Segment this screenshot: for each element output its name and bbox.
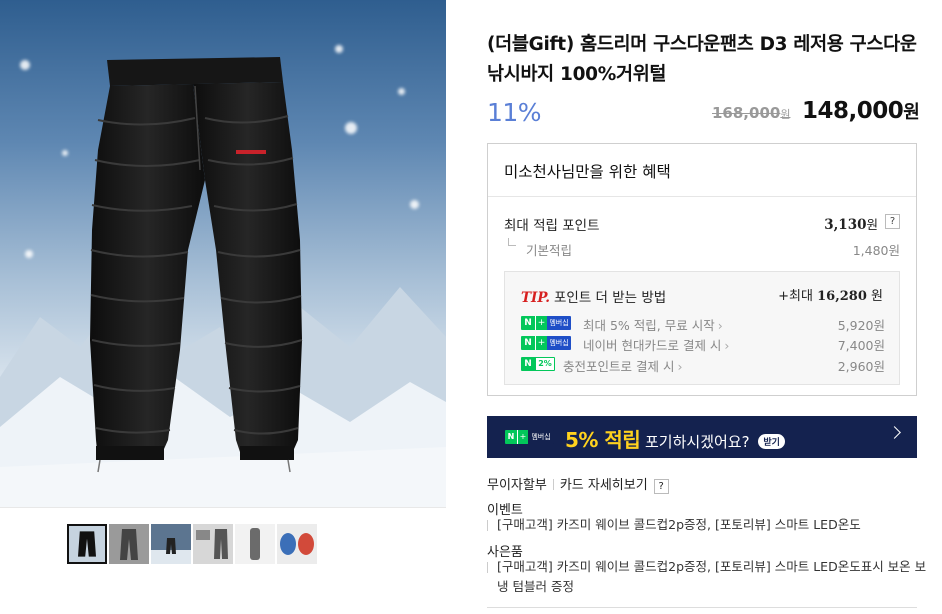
chevron-right-icon: › — [724, 338, 730, 353]
divider — [487, 607, 917, 608]
thumbnail-2[interactable] — [109, 524, 149, 564]
event-text: [구매고객] 카즈미 웨이브 콜드컵2p증정, [포토리뷰] 스마트 LED온도 — [487, 515, 927, 535]
banner-text: 5% 적립 포기하시겠어요? 받기 — [565, 424, 785, 453]
tip-line-label: 최대 5% 적립, 무료 시작 — [583, 318, 715, 333]
tip-max: +최대 16,280 원 — [778, 285, 883, 304]
product-gallery — [0, 0, 446, 614]
naver-n-icon: N — [505, 430, 517, 444]
tip-line-text: 최대 5% 적립, 무료 시작 › — [583, 315, 723, 334]
chevron-right-icon: › — [717, 318, 723, 333]
naver-membership-badge-icon: N + 멤버십 — [521, 316, 571, 330]
naver-membership-badge-icon: N + 멤버십 — [521, 336, 571, 350]
tip-max-value: 16,280 — [817, 289, 867, 304]
tip-line-text: 네이버 현대카드로 결제 시 › — [583, 335, 729, 354]
discount-rate: 11% — [487, 98, 542, 127]
base-point-label: 기본적립 — [526, 243, 573, 258]
max-point-amount: 3,130 — [824, 217, 867, 233]
tip-header: TIP. 포인트 더 받는 방법 — [521, 286, 666, 306]
thumbnail-1[interactable] — [67, 524, 107, 564]
won-unit: 원 — [780, 108, 791, 121]
banner-receive-pill: 받기 — [758, 434, 785, 449]
naver-membership-badge-icon: N + 멤버십 — [505, 430, 554, 444]
original-price-value: 168,000 — [712, 104, 781, 122]
divider — [552, 479, 554, 490]
divider — [487, 562, 488, 573]
chevron-right-icon: › — [677, 359, 683, 374]
product-main-image[interactable] — [0, 0, 446, 507]
naver-n-icon: N — [521, 316, 535, 330]
tip-line-value: 2,960원 — [837, 359, 885, 374]
tip-max-prefix: +최대 — [778, 289, 813, 304]
thumbnail-strip — [0, 507, 446, 614]
membership-label: 멤버십 — [547, 336, 571, 350]
tip-line-text: 충전포인트로 결제 시 › — [563, 356, 682, 375]
plus-icon: + — [517, 430, 528, 444]
benefit-box: 미소천사님만을 위한 혜택 최대 적립 포인트 3,130원 ? 기본적립 1,… — [487, 143, 917, 396]
card-help-button[interactable]: ? — [653, 479, 669, 494]
product-title: (더블Gift) 홈드리머 구스다운팬츠 D3 레저용 구스다운 낚시바지 10… — [487, 34, 917, 85]
won-unit: 원 — [903, 102, 920, 123]
sale-price-value: 148,000 — [802, 98, 904, 124]
thumbnail-6[interactable] — [277, 524, 317, 564]
tip-title: 포인트 더 받는 방법 — [553, 290, 667, 306]
thumbnail-3[interactable] — [151, 524, 191, 564]
thumbnail-4[interactable] — [193, 524, 233, 564]
tip-line-hyundai-card[interactable]: N + 멤버십 네이버 현대카드로 결제 시 › 7,400원 — [521, 335, 885, 353]
won-unit: 원 — [866, 217, 878, 232]
down-pants-image — [90, 57, 303, 473]
product-info: (더블Gift) 홈드리머 구스다운팬츠 D3 레저용 구스다운 낚시바지 10… — [447, 0, 942, 614]
tree-corner-icon — [508, 238, 516, 246]
banner-highlight: 5% 적립 — [565, 428, 641, 452]
naver-n-icon: N — [521, 336, 535, 350]
naver-n-icon: N — [521, 357, 535, 371]
membership-label: 멤버십 — [547, 316, 571, 330]
gift-text: [구매고객] 카즈미 웨이브 콜드컵2p증정, [포토리뷰] 스마트 LED온도… — [487, 557, 927, 597]
original-price: 168,000원 — [712, 104, 790, 122]
tip-box: TIP. 포인트 더 받는 방법 +최대 16,280 원 N + 멤버십 최대 … — [504, 271, 900, 385]
tip-line-value: 5,920원 — [837, 318, 885, 333]
banner-message: 포기하시겠어요? — [645, 433, 750, 451]
tip-line-value: 7,400원 — [837, 338, 885, 353]
tip-word: TIP. — [521, 290, 550, 306]
tip-line-charge-point[interactable]: N 2% 충전포인트로 결제 시 › 2,960원 — [521, 356, 885, 374]
plus-icon: + — [535, 316, 547, 330]
base-point-value: 1,480원 — [852, 243, 900, 258]
thumbnail-5[interactable] — [235, 524, 275, 564]
two-percent-label: 2% — [535, 357, 555, 371]
max-point-value: 3,130원 — [824, 214, 878, 233]
installment-link[interactable]: 무이자할부 — [487, 478, 547, 493]
card-info-row: 무이자할부 카드 자세히보기? — [487, 474, 669, 494]
benefit-header: 미소천사님만을 위한 혜택 — [488, 144, 916, 197]
sale-price: 148,000원 — [802, 98, 920, 124]
divider — [487, 520, 488, 531]
membership-promo-banner[interactable]: N + 멤버십 5% 적립 포기하시겠어요? 받기 — [487, 416, 917, 458]
tip-line-label: 충전포인트로 결제 시 — [563, 359, 675, 374]
plus-icon: + — [535, 336, 547, 350]
naver-pay-2pct-badge-icon: N 2% — [521, 357, 555, 371]
membership-label: 멤버십 — [528, 430, 554, 444]
chevron-right-icon — [888, 426, 901, 439]
tip-line-membership[interactable]: N + 멤버십 최대 5% 적립, 무료 시작 › 5,920원 — [521, 315, 885, 333]
max-point-label: 최대 적립 포인트 — [504, 218, 600, 234]
tip-line-label: 네이버 현대카드로 결제 시 — [583, 338, 722, 353]
card-details-link[interactable]: 카드 자세히보기 — [560, 478, 648, 493]
gift-description: [구매고객] 카즈미 웨이브 콜드컵2p증정, [포토리뷰] 스마트 LED온도… — [497, 559, 927, 594]
point-help-button[interactable]: ? — [885, 214, 900, 229]
event-description: [구매고객] 카즈미 웨이브 콜드컵2p증정, [포토리뷰] 스마트 LED온도 — [497, 517, 861, 532]
won-unit: 원 — [871, 289, 883, 304]
